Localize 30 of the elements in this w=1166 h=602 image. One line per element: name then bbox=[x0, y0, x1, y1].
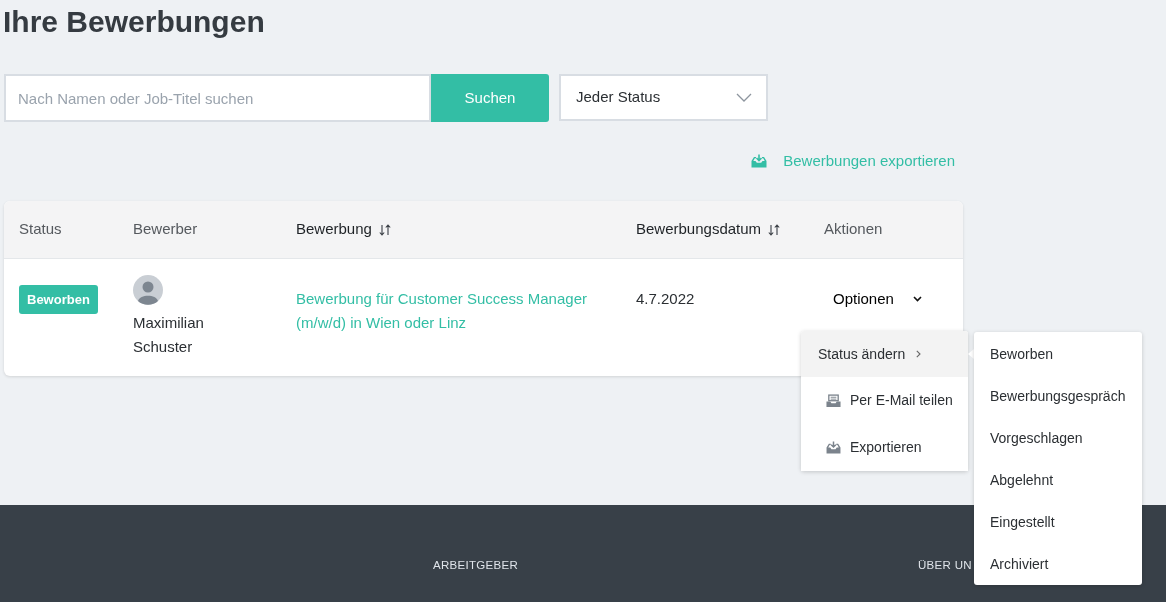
column-header[interactable]: Bewerbungsdatum bbox=[636, 218, 762, 241]
submenu-item[interactable]: Beworben bbox=[974, 333, 1142, 375]
application-date: 4.7.2022 bbox=[636, 290, 695, 307]
footer-heading: ARBEITGEBER bbox=[433, 558, 520, 572]
submenu-item[interactable]: Eingestellt bbox=[974, 501, 1142, 543]
chevron-right-icon bbox=[916, 350, 922, 358]
column-header[interactable]: Bewerbung bbox=[296, 218, 372, 241]
status-dropdown[interactable]: Jeder Status bbox=[559, 74, 768, 121]
options-button[interactable]: Optionen bbox=[833, 287, 922, 311]
chevron-down-icon bbox=[736, 93, 752, 102]
menu-item[interactable]: Exportieren bbox=[801, 424, 968, 471]
footer-heading: ÜBER UN bbox=[918, 558, 972, 572]
submenu-item[interactable]: Vorgeschlagen bbox=[974, 417, 1142, 459]
status-badge: Beworben bbox=[19, 285, 98, 314]
column-header: Bewerber bbox=[133, 219, 198, 240]
page-title: Ihre Bewerbungen bbox=[2, 4, 266, 40]
export-icon bbox=[751, 154, 768, 168]
search-field[interactable]: Nach Namen oder Job-Titel suchen bbox=[4, 74, 431, 122]
applicant-name: Maximilian Schuster bbox=[133, 313, 205, 357]
export-icon bbox=[826, 441, 841, 454]
submenu-item[interactable]: Abgelehnt bbox=[974, 459, 1142, 501]
menu-item[interactable]: Status ändern bbox=[801, 331, 968, 377]
column-header: Aktionen bbox=[824, 219, 883, 240]
column-header: Status bbox=[19, 219, 62, 240]
inbox-icon bbox=[826, 393, 841, 408]
menu-item[interactable]: Per E-Mail teilen bbox=[801, 377, 968, 424]
submenu-item[interactable]: Archiviert bbox=[974, 543, 1142, 585]
submenu-item[interactable]: Bewerbungsgespräch bbox=[974, 375, 1142, 417]
chevron-down-icon bbox=[912, 296, 922, 302]
avatar-icon bbox=[133, 275, 163, 305]
